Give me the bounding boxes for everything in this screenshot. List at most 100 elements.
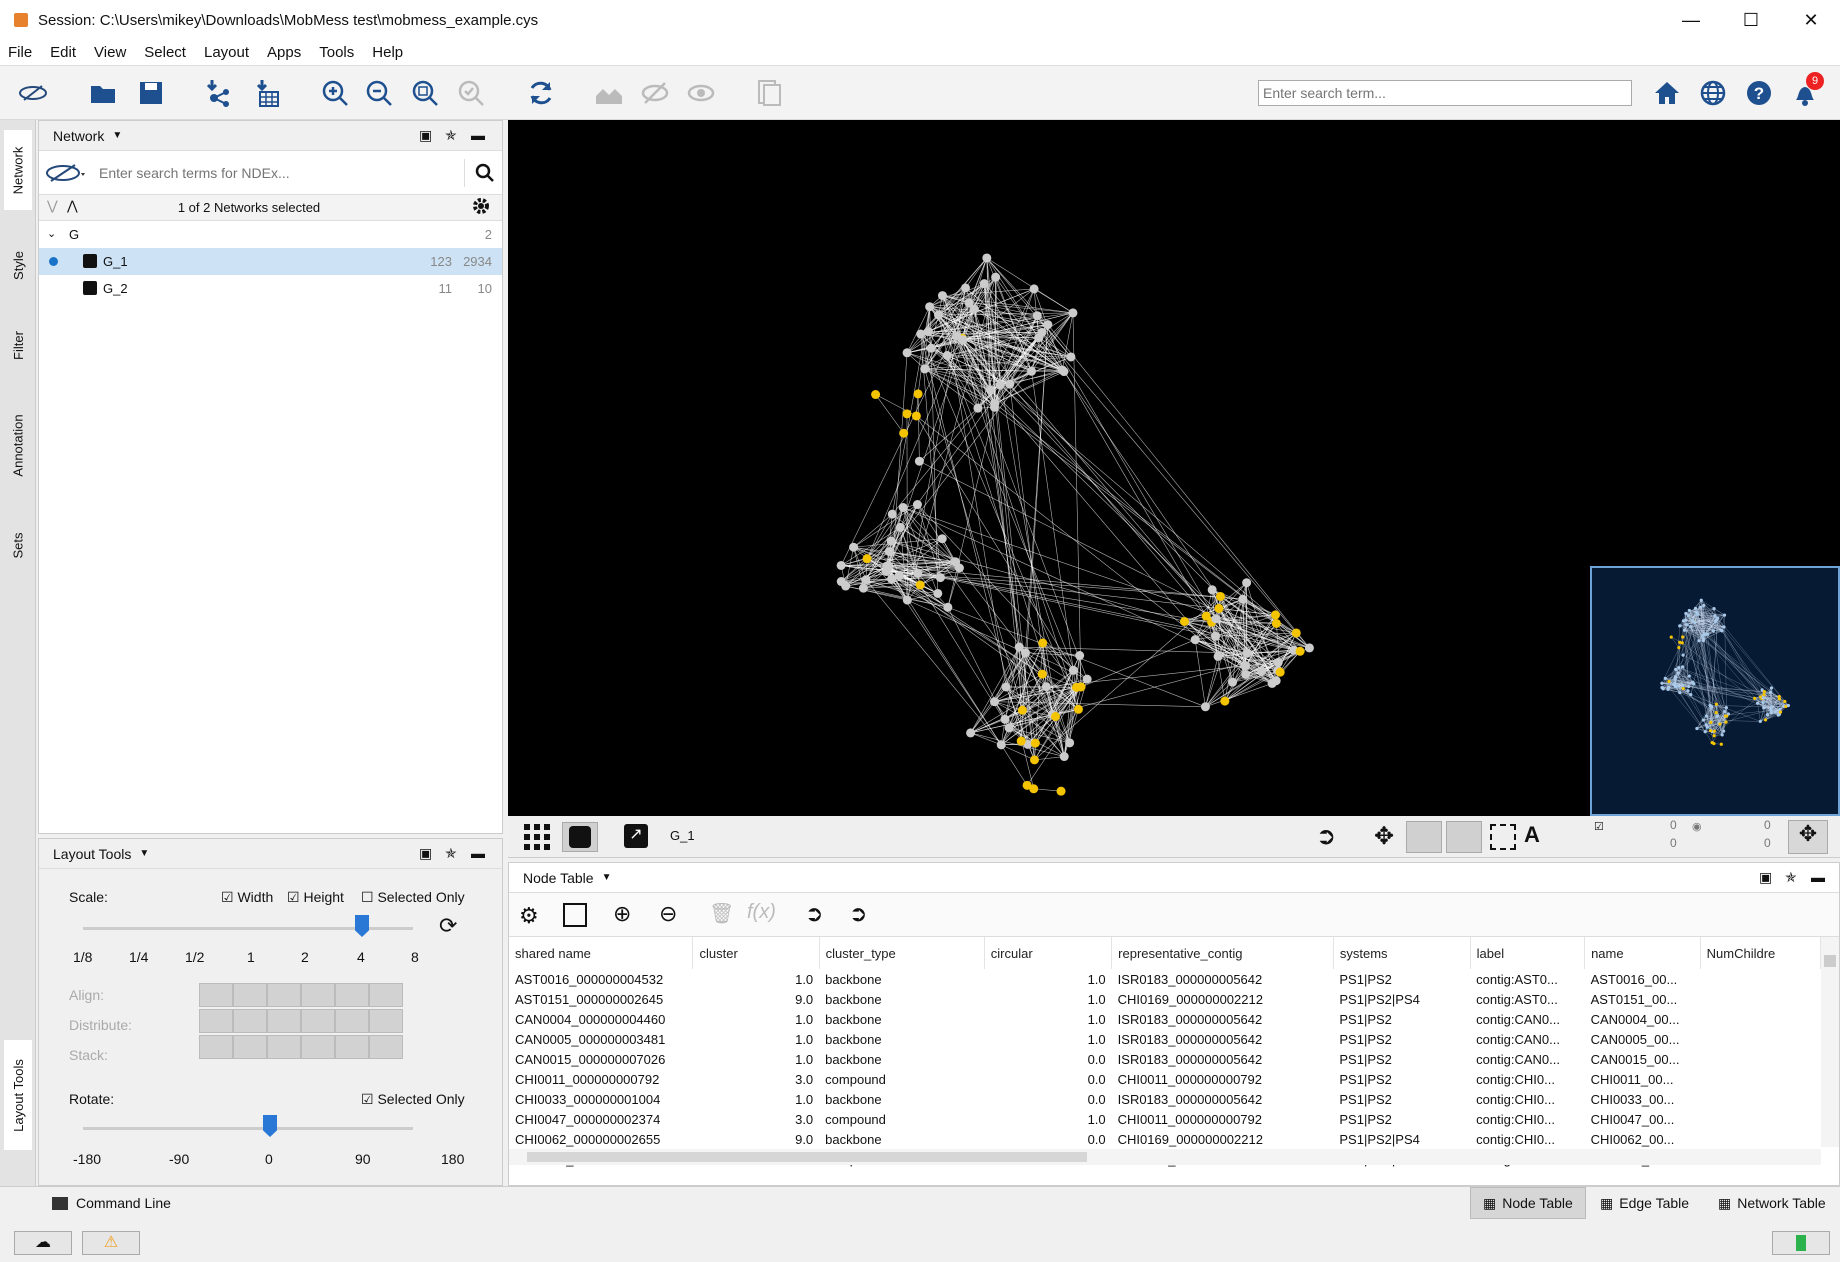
network-node[interactable]: [937, 291, 947, 301]
network-node[interactable]: [1762, 693, 1766, 697]
network-node[interactable]: [1703, 730, 1707, 734]
network-node[interactable]: [1714, 618, 1718, 622]
column-header[interactable]: cluster: [692, 937, 820, 969]
table-cell[interactable]: PS1|PS2: [1333, 1049, 1470, 1069]
network-node[interactable]: [902, 348, 912, 358]
network-node[interactable]: [1686, 614, 1690, 618]
network-node[interactable]: [1004, 723, 1014, 733]
network-node[interactable]: [1683, 618, 1688, 622]
table-row[interactable]: CHI0062_000000002655 9.0 backbone 0.0 CHI016…: [509, 1129, 1821, 1149]
network-node[interactable]: [1713, 614, 1717, 618]
float-panel-icon[interactable]: ▣: [1759, 869, 1772, 886]
search-input[interactable]: [1258, 80, 1632, 106]
layout-align-button[interactable]: [335, 1009, 369, 1033]
table-cell[interactable]: [1700, 989, 1820, 1009]
network-node[interactable]: [1681, 635, 1685, 639]
network-node[interactable]: [1708, 703, 1712, 707]
network-node[interactable]: [1719, 742, 1723, 746]
tab-edge-table[interactable]: ▦ Edge Table: [1588, 1187, 1701, 1219]
table-cell[interactable]: CHI0033_00...: [1585, 1089, 1701, 1109]
chevron-down-icon[interactable]: ⌄: [47, 227, 56, 240]
network-node[interactable]: [1201, 611, 1211, 621]
function-builder-icon[interactable]: f(x): [747, 901, 776, 924]
network-node[interactable]: [886, 536, 896, 546]
network-node[interactable]: [1220, 696, 1230, 706]
table-cell[interactable]: 1.0: [693, 1029, 819, 1049]
table-cell[interactable]: backbone: [819, 1089, 984, 1109]
network-node[interactable]: [1267, 678, 1277, 688]
table-cell[interactable]: CHI0011_000000000792: [1112, 1109, 1334, 1129]
pin-icon[interactable]: ✯: [445, 845, 457, 862]
table-row[interactable]: CHI0011_000000000792 3.0 compound 0.0 CHI001…: [509, 1069, 1821, 1089]
network-node[interactable]: [1689, 692, 1693, 697]
tab-layout-tools[interactable]: Layout Tools: [4, 1040, 32, 1150]
minimize-panel-icon[interactable]: ▬: [471, 127, 485, 143]
zoom-fit-icon[interactable]: [408, 76, 442, 110]
network-node[interactable]: [887, 509, 897, 519]
table-cell[interactable]: [1700, 1109, 1820, 1129]
network-node[interactable]: [1702, 603, 1706, 608]
network-node[interactable]: [1701, 718, 1705, 722]
column-header[interactable]: systems: [1333, 937, 1471, 969]
rotate-slider-thumb[interactable]: [263, 1115, 277, 1137]
network-node[interactable]: [1215, 591, 1225, 601]
network-node[interactable]: [1068, 308, 1078, 318]
network-node[interactable]: [1257, 666, 1267, 676]
select-edges-icon[interactable]: [1446, 821, 1482, 853]
column-header[interactable]: circular: [984, 937, 1113, 969]
scale-reset-icon[interactable]: ⟳: [439, 913, 457, 939]
network-node[interactable]: [1082, 674, 1092, 684]
network-node[interactable]: [1214, 603, 1224, 613]
layout-align-button[interactable]: [267, 1035, 301, 1059]
network-node[interactable]: [1695, 726, 1699, 731]
network-node[interactable]: [1075, 651, 1085, 661]
network-node[interactable]: [1769, 705, 1774, 709]
menu-select[interactable]: Select: [144, 44, 186, 61]
network-node[interactable]: [1030, 738, 1040, 748]
network-node[interactable]: [1720, 733, 1724, 737]
table-cell[interactable]: backbone: [819, 1129, 984, 1149]
table-cell[interactable]: 1.0: [984, 1009, 1111, 1029]
network-node[interactable]: [1694, 610, 1699, 614]
network-node[interactable]: [1200, 702, 1210, 712]
table-cell[interactable]: CHI0169_000000002212: [1112, 1129, 1334, 1149]
layout-align-button[interactable]: [335, 1035, 369, 1059]
network-node[interactable]: [1715, 714, 1719, 718]
table-cell[interactable]: 1.0: [693, 1009, 819, 1029]
table-row[interactable]: AST0016_000000004532 1.0 backbone 1.0 ISR018…: [509, 969, 1821, 989]
network-node[interactable]: [1066, 352, 1076, 362]
pin-icon[interactable]: ✯: [445, 127, 457, 144]
network-node[interactable]: [1680, 665, 1685, 669]
network-node[interactable]: [1001, 682, 1011, 692]
network-node[interactable]: [1698, 605, 1703, 609]
table-cell[interactable]: CAN0005_00...: [1585, 1029, 1701, 1049]
collection-row[interactable]: ⌄ G 2: [39, 221, 502, 248]
table-row[interactable]: CAN0004_000000004460 1.0 backbone 1.0 ISR018…: [509, 1009, 1821, 1029]
network-node[interactable]: [964, 298, 974, 308]
network-node[interactable]: [1758, 719, 1762, 724]
network-node[interactable]: [1041, 682, 1051, 692]
memory-status-button[interactable]: [1772, 1231, 1830, 1255]
table-cell[interactable]: 1.0: [693, 1049, 819, 1069]
network-node[interactable]: [1677, 666, 1681, 670]
select-labels-icon[interactable]: A: [1524, 822, 1540, 848]
network-node[interactable]: [1753, 696, 1757, 700]
globe-icon[interactable]: [1696, 76, 1730, 110]
network-node[interactable]: [1697, 639, 1701, 643]
network-node[interactable]: [836, 560, 846, 570]
table-cell[interactable]: PS1|PS2|PS4: [1333, 989, 1470, 1009]
network-node[interactable]: [1073, 704, 1083, 714]
network-node[interactable]: [1724, 720, 1728, 724]
help-icon[interactable]: ?: [1742, 76, 1776, 110]
menu-help[interactable]: Help: [372, 44, 403, 61]
network-node[interactable]: [933, 588, 943, 598]
network-node[interactable]: [913, 389, 923, 399]
table-cell[interactable]: contig:AST0...: [1470, 969, 1584, 989]
network-node[interactable]: [1725, 714, 1729, 718]
layout-align-button[interactable]: [233, 1035, 267, 1059]
save-session-icon[interactable]: [134, 76, 168, 110]
network-node[interactable]: [989, 402, 999, 412]
show-columns-icon[interactable]: [563, 903, 587, 927]
table-cell[interactable]: backbone: [819, 969, 984, 989]
network-node[interactable]: [1712, 607, 1716, 611]
